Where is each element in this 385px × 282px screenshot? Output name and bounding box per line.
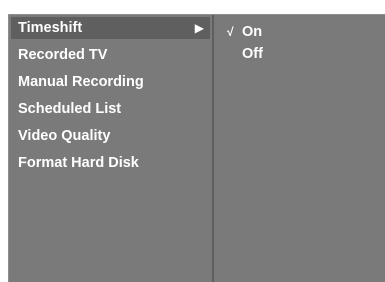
menu-item-label: Video Quality — [18, 128, 111, 144]
check-icon: √ — [227, 25, 234, 39]
submenu-pane: √ On Off — [216, 15, 385, 282]
submenu-option-label: Off — [242, 46, 263, 62]
menu-item-format-hard-disk[interactable]: Format Hard Disk — [9, 150, 212, 177]
submenu-option-on[interactable]: √ On — [216, 21, 385, 43]
submenu-option-label: On — [242, 24, 263, 40]
menu-item-recorded-tv[interactable]: Recorded TV — [9, 42, 212, 69]
menu-item-label: Manual Recording — [18, 74, 144, 90]
tv-menu-panel: Timeshift ▶ Recorded TV Manual Recording… — [8, 14, 385, 282]
menu-item-label: Recorded TV — [18, 47, 108, 63]
menu-item-scheduled-list[interactable]: Scheduled List — [9, 96, 212, 123]
menu-item-timeshift[interactable]: Timeshift ▶ — [11, 17, 210, 39]
menu-item-label: Format Hard Disk — [18, 155, 139, 171]
menu-item-video-quality[interactable]: Video Quality — [9, 123, 212, 150]
submenu-option-off[interactable]: Off — [216, 43, 385, 65]
main-menu: Timeshift ▶ Recorded TV Manual Recording… — [9, 15, 214, 282]
triangle-right-icon: ▶ — [194, 21, 204, 35]
menu-item-label: Scheduled List — [18, 101, 122, 117]
menu-item-manual-recording[interactable]: Manual Recording — [9, 69, 212, 96]
menu-item-label: Timeshift — [18, 20, 83, 36]
